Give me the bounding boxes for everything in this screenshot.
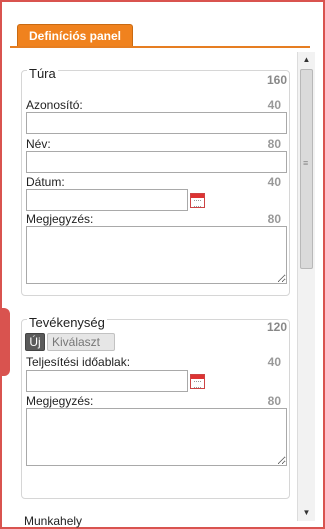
section-tevekenyseg: Tevékenység 120 Új Kiválaszt Teljesítési… [21, 315, 290, 499]
count-nev: 80 [267, 137, 281, 151]
label-datum: Dátum: [26, 175, 65, 189]
count-azonosito: 40 [267, 98, 281, 112]
megjegyzes-textarea[interactable] [26, 226, 287, 284]
section-title-tevekenyseg: Tevékenység [27, 315, 107, 330]
calendar-icon[interactable] [190, 193, 205, 208]
side-collapse-handle[interactable] [2, 308, 10, 376]
label-nev: Név: [26, 137, 51, 151]
label-megjegyzes-tevekenyseg: Megjegyzés: [26, 394, 94, 408]
calendar-icon[interactable] [190, 374, 205, 389]
count-datum: 40 [267, 175, 281, 189]
label-megjegyzes: Megjegyzés: [26, 212, 94, 226]
section-count-tura: 160 [266, 73, 287, 87]
scroll-up-icon[interactable]: ▲ [298, 52, 315, 68]
datum-input[interactable] [26, 189, 188, 211]
label-azonosito: Azonosító: [26, 98, 83, 112]
scrollbar[interactable]: ▲ ≡ ▼ [297, 52, 315, 521]
scroll-thumb[interactable]: ≡ [300, 69, 313, 269]
section-tura: Túra 160 Azonosító: 40 Név: 80 Dátum: 40… [21, 66, 290, 296]
new-button[interactable]: Új [25, 333, 45, 351]
nev-input[interactable] [26, 151, 287, 173]
definition-panel: Definíciós panel Túra 160 Azonosító: 40 … [0, 0, 325, 529]
scroll-down-icon[interactable]: ▼ [298, 505, 315, 521]
section-count-tevekenyseg: 120 [266, 320, 287, 334]
tab-underline [10, 46, 310, 48]
megjegyzes-tevekenyseg-textarea[interactable] [26, 408, 287, 466]
section-title-tura: Túra [27, 66, 58, 81]
azonosito-input[interactable] [26, 112, 287, 134]
count-megjegyzes-tevekenyseg: 80 [267, 394, 281, 408]
label-teljesitesi-idoablak: Teljesítési időablak: [26, 355, 131, 369]
count-megjegyzes: 80 [267, 212, 281, 226]
grip-icon: ≡ [303, 158, 309, 168]
tab-definicios-panel[interactable]: Definíciós panel [17, 24, 133, 47]
teljesitesi-idoablak-input[interactable] [26, 370, 188, 392]
next-section-title-partial: Munkahely [24, 514, 83, 528]
select-button[interactable]: Kiválaszt [47, 333, 115, 351]
count-teljesitesi-idoablak: 40 [267, 355, 281, 369]
